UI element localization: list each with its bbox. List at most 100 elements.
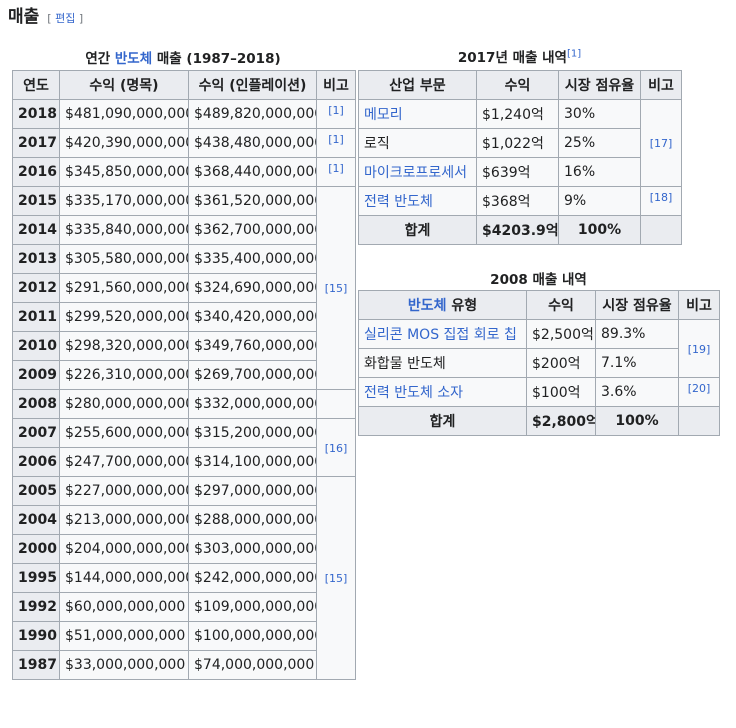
header-revenue-nominal[interactable]: 수익 (명목)	[59, 70, 189, 100]
ref-cell: [1]	[316, 99, 356, 129]
year-cell: 1990	[12, 621, 60, 651]
nominal-cell: $299,520,000,000	[59, 302, 189, 332]
table-row: 2008 $280,000,000,000 $332,000,000,000	[12, 389, 356, 419]
ref-link[interactable]: [1]	[567, 49, 581, 60]
section-title: 매출	[8, 7, 40, 27]
year-cell: 2015	[12, 186, 60, 216]
year-cell: 2013	[12, 244, 60, 274]
table-row: 2006 $247,700,000,000 $314,100,000,000	[12, 447, 356, 477]
header-revenue[interactable]: 수익	[476, 70, 559, 100]
year-cell: 2017	[12, 128, 60, 158]
table-row: 2011 $299,520,000,000 $340,420,000,000	[12, 302, 356, 332]
table-row: 2004 $213,000,000,000 $288,000,000,000	[12, 505, 356, 535]
header-revenue[interactable]: 수익	[526, 290, 596, 320]
total-notes-empty	[678, 406, 720, 436]
type-cell: 실리콘 MOS 집접 회로 칩	[358, 319, 527, 349]
inflation-cell: $109,000,000,000	[188, 592, 317, 622]
table-row: 2012 $291,560,000,000 $324,690,000,000	[12, 273, 356, 303]
nominal-cell: $255,600,000,000	[59, 418, 189, 448]
nominal-cell: $481,090,000,000	[59, 99, 189, 129]
annual-revenue-table: 연도 수익 (명목) 수익 (인플레이션) 비고 2018 $481,090,0…	[12, 70, 356, 680]
inflation-cell: $324,690,000,000	[188, 273, 317, 303]
inflation-cell: $242,000,000,000	[188, 563, 317, 593]
sector-cell: 로직	[358, 128, 477, 158]
header-notes[interactable]: 비고	[678, 290, 720, 320]
ref-cell: [15]	[316, 476, 356, 680]
sales-2008-table: 반도체 유형 수익 시장 점유율 비고 실리콘 MOS 집접 회로 칩 $2,5…	[358, 290, 720, 436]
inflation-cell: $269,700,000,000	[188, 360, 317, 390]
memory-link[interactable]: 메모리	[364, 107, 403, 123]
header-year[interactable]: 연도	[12, 70, 60, 100]
table-row: 2017 $420,390,000,000 $438,480,000,000 […	[12, 128, 356, 158]
inflation-cell: $335,400,000,000	[188, 244, 317, 274]
inflation-cell: $332,000,000,000	[188, 389, 317, 419]
share-cell: 3.6%	[595, 377, 679, 407]
semiconductor-link[interactable]: 반도체	[115, 51, 152, 67]
sales-2008-caption: 2008 매출 내역	[490, 272, 587, 288]
header-notes[interactable]: 비고	[640, 70, 682, 100]
table-row: 마이크로프로세서 $639억 16%	[358, 157, 682, 187]
ref-link[interactable]: [17]	[650, 137, 673, 150]
edit-link[interactable]: 편집	[55, 12, 75, 25]
ref-cell: [17]	[640, 99, 682, 187]
power-semiconductor-link[interactable]: 전력 반도체	[364, 194, 433, 210]
inflation-cell: $340,420,000,000	[188, 302, 317, 332]
nominal-cell: $51,000,000,000	[59, 621, 189, 651]
table-row: 2007 $255,600,000,000 $315,200,000,000 […	[12, 418, 356, 477]
share-cell: 9%	[558, 186, 641, 216]
power-semiconductor-device-link[interactable]: 전력 반도체 소자	[364, 385, 463, 401]
inflation-cell: $288,000,000,000	[188, 505, 317, 535]
table-header-row: 반도체 유형 수익 시장 점유율 비고	[358, 290, 720, 320]
inflation-cell: $438,480,000,000	[188, 128, 317, 158]
silicon-mos-ic-link[interactable]: 실리콘 MOS 집접 회로 칩	[364, 327, 517, 343]
nominal-cell: $213,000,000,000	[59, 505, 189, 535]
ref-cell: [1]	[316, 128, 356, 158]
revenue-cell: $1,022억	[476, 128, 559, 158]
table-row: 실리콘 MOS 집접 회로 칩 $2,500억 89.3% [19]	[358, 319, 720, 378]
table-row: 2016 $345,850,000,000 $368,440,000,000 […	[12, 157, 356, 187]
header-market-share[interactable]: 시장 점유율	[595, 290, 679, 320]
year-cell: 2007	[12, 418, 60, 448]
revenue-cell: $1,240억	[476, 99, 559, 129]
semiconductor-link[interactable]: 반도체	[408, 298, 447, 314]
nominal-cell: $226,310,000,000	[59, 360, 189, 390]
annual-caption-pre: 연간	[85, 51, 115, 67]
nominal-cell: $305,580,000,000	[59, 244, 189, 274]
header-revenue-inflation[interactable]: 수익 (인플레이션)	[188, 70, 317, 100]
type-cell: 전력 반도체 소자	[358, 377, 527, 407]
nominal-cell: $420,390,000,000	[59, 128, 189, 158]
ref-link[interactable]: [19]	[688, 343, 711, 356]
ref-link[interactable]: [15]	[325, 572, 348, 585]
year-cell: 2011	[12, 302, 60, 332]
ref-link[interactable]: [15]	[325, 282, 348, 295]
nominal-cell: $280,000,000,000	[59, 389, 189, 419]
inflation-cell: $361,520,000,000	[188, 186, 317, 216]
share-cell: 25%	[558, 128, 641, 158]
table-row: 전력 반도체 소자 $100억 3.6% [20]	[358, 377, 720, 407]
nominal-cell: $144,000,000,000	[59, 563, 189, 593]
table-row: 1995 $144,000,000,000 $242,000,000,000	[12, 563, 356, 593]
ref-link[interactable]: [18]	[650, 191, 673, 204]
nominal-cell: $33,000,000,000	[59, 650, 189, 680]
table-row: 1987 $33,000,000,000 $74,000,000,000	[12, 650, 356, 680]
year-cell: 2006	[12, 447, 60, 477]
inflation-cell: $74,000,000,000	[188, 650, 317, 680]
header-notes[interactable]: 비고	[316, 70, 356, 100]
microprocessor-link[interactable]: 마이크로프로세서	[364, 165, 467, 181]
inflation-cell: $100,000,000,000	[188, 621, 317, 651]
ref-link[interactable]: [1]	[328, 162, 344, 175]
nominal-cell: $335,840,000,000	[59, 215, 189, 245]
total-share: 100%	[595, 406, 679, 436]
inflation-cell: $489,820,000,000	[188, 99, 317, 129]
table-row: 2018 $481,090,000,000 $489,820,000,000 […	[12, 99, 356, 129]
header-market-share[interactable]: 시장 점유율	[558, 70, 641, 100]
sector-cell: 메모리	[358, 99, 477, 129]
ref-link[interactable]: [1]	[328, 133, 344, 146]
ref-link[interactable]: [1]	[328, 104, 344, 117]
header-semiconductor-type[interactable]: 반도체 유형	[358, 290, 527, 320]
inflation-cell: $368,440,000,000	[188, 157, 317, 187]
ref-cell: [18]	[640, 186, 682, 216]
header-sector[interactable]: 산업 부문	[358, 70, 477, 100]
ref-link[interactable]: [20]	[688, 382, 711, 395]
ref-link[interactable]: [16]	[325, 442, 348, 455]
